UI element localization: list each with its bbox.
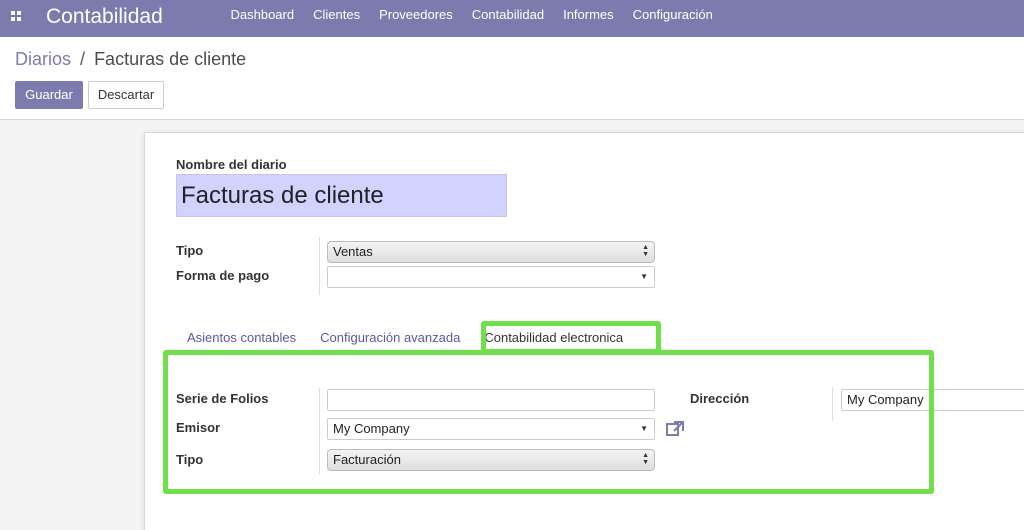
serie-folios-input[interactable] (327, 389, 655, 411)
updown-arrows-icon: ▲ ▼ (642, 452, 649, 466)
direccion-select[interactable]: My Company (841, 389, 1024, 411)
serie-folios-label: Serie de Folios (176, 391, 269, 406)
direccion-label: Dirección (690, 391, 750, 406)
journal-name-label: Nombre del diario (176, 157, 287, 172)
top-navbar: Contabilidad Dashboard Clientes Proveedo… (0, 0, 1024, 37)
apps-grid-icon[interactable] (11, 11, 22, 22)
field-separator (319, 388, 320, 474)
type-label: Tipo (176, 243, 204, 258)
field-separator (319, 237, 320, 295)
caret-down-icon: ▼ (640, 424, 648, 433)
save-button[interactable]: Guardar (15, 81, 83, 109)
tab-asientos-contables[interactable]: Asientos contables (175, 325, 308, 355)
breadcrumb-separator: / (80, 49, 86, 69)
form-sheet: Nombre del diario Facturas de cliente Ti… (144, 132, 1024, 530)
type-select-value: Ventas (333, 244, 373, 259)
menu-configuracion[interactable]: Configuración (623, 0, 722, 37)
menu-proveedores[interactable]: Proveedores (370, 0, 463, 37)
menu-contabilidad[interactable]: Contabilidad (462, 0, 553, 37)
tab-contabilidad-electronica[interactable]: Contabilidad electronica (472, 325, 635, 355)
breadcrumb-current: Facturas de cliente (94, 49, 247, 69)
breadcrumb: Diarios / Facturas de cliente (15, 48, 246, 70)
tab-configuracion-avanzada[interactable]: Configuración avanzada (308, 325, 472, 355)
tipo-facturacion-select[interactable]: Facturación ▲ ▼ (327, 449, 655, 471)
emisor-value: My Company (333, 421, 410, 436)
emisor-select[interactable]: My Company ▼ (327, 418, 655, 440)
emisor-label: Emisor (176, 420, 221, 435)
external-link-icon[interactable] (665, 420, 685, 438)
journal-name-input[interactable]: Facturas de cliente (176, 174, 507, 217)
caret-down-icon: ▼ (640, 272, 648, 281)
discard-button[interactable]: Descartar (88, 81, 164, 109)
payment-method-label: Forma de pago (176, 268, 270, 283)
direccion-value: My Company (847, 392, 924, 407)
menu-informes[interactable]: Informes (554, 0, 624, 37)
type-select[interactable]: Ventas ▲ ▼ (327, 241, 655, 263)
updown-arrows-icon: ▲ ▼ (642, 244, 649, 258)
payment-method-select[interactable]: ▼ (327, 266, 655, 288)
notebook-tabs: Asientos contables Configuración avanzad… (175, 325, 635, 355)
main-menu: Dashboard Clientes Proveedores Contabili… (221, 0, 722, 37)
tipo-facturacion-value: Facturación (333, 452, 401, 467)
field-separator (832, 387, 833, 421)
breadcrumb-parent[interactable]: Diarios (15, 49, 71, 69)
tipo-facturacion-label: Tipo (176, 452, 204, 467)
app-brand[interactable]: Contabilidad (46, 3, 163, 31)
control-panel: Diarios / Facturas de cliente Guardar De… (0, 37, 1024, 120)
menu-dashboard[interactable]: Dashboard (221, 0, 304, 37)
menu-clientes[interactable]: Clientes (304, 0, 370, 37)
